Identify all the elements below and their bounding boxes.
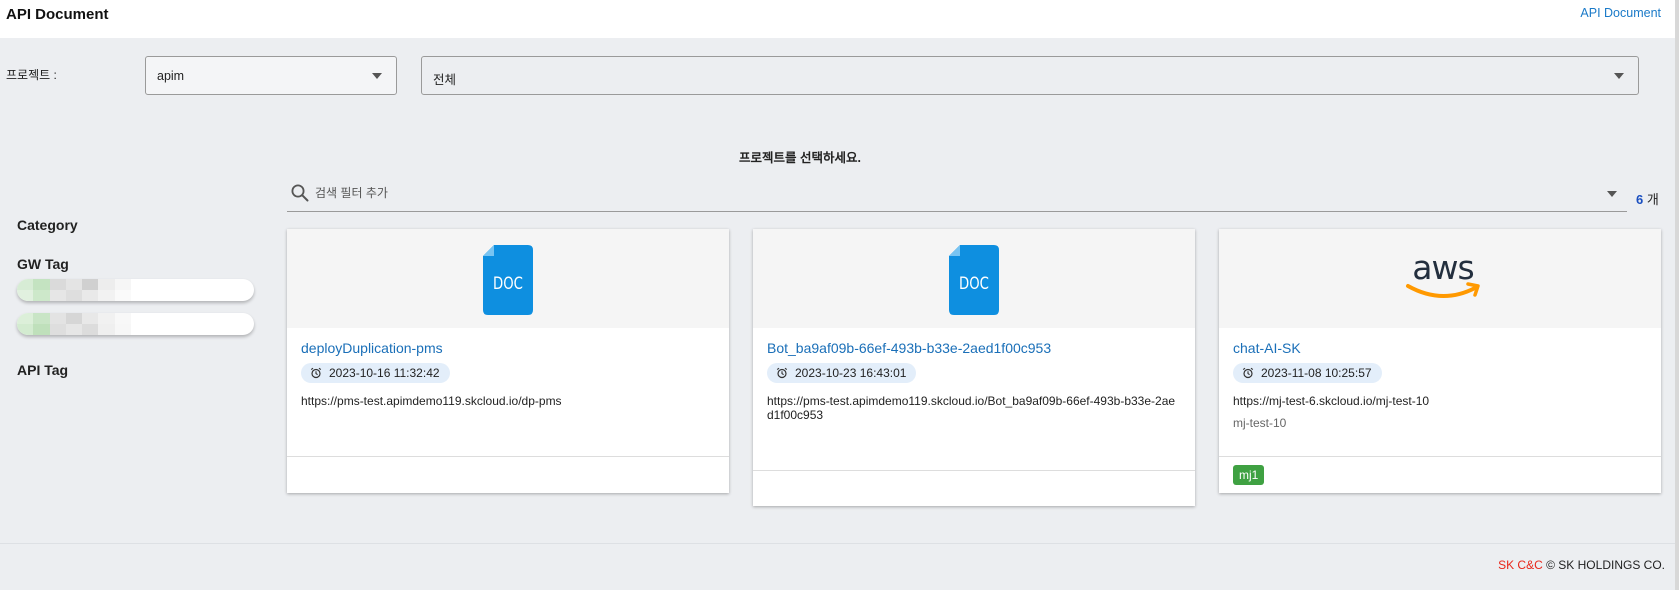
card-title[interactable]: deployDuplication-pms xyxy=(301,340,443,356)
result-count: 6 개 xyxy=(1636,189,1659,208)
footer-brand: SK C&C xyxy=(1498,558,1543,572)
card-date-text: 2023-10-16 11:32:42 xyxy=(329,366,440,380)
card-date-badge: 2023-10-16 11:32:42 xyxy=(301,363,450,383)
footer-copyright: © SK HOLDINGS CO. xyxy=(1546,558,1665,572)
breadcrumb-link[interactable]: API Document xyxy=(1580,6,1661,20)
card-footer xyxy=(1219,456,1661,493)
project-select-value: apim xyxy=(157,69,185,83)
gw-tag-item[interactable] xyxy=(17,313,254,335)
result-count-unit: 개 xyxy=(1646,192,1659,207)
card-image-area: DOC xyxy=(753,229,1195,328)
card-date-badge: 2023-11-08 10:25:57 xyxy=(1233,363,1382,383)
api-tag-heading: API Tag xyxy=(17,362,69,378)
chevron-down-icon[interactable] xyxy=(1607,191,1617,197)
card-date-text: 2023-10-23 16:43:01 xyxy=(795,366,907,380)
scope-select-value: 전체 xyxy=(433,73,457,87)
category-heading: Category xyxy=(17,217,78,233)
aws-logo: aws xyxy=(1406,249,1480,298)
card-title[interactable]: Bot_ba9af09b-66ef-493b-b33e-2aed1f00c953 xyxy=(767,340,1051,356)
redacted-tag-image xyxy=(17,279,131,301)
doc-file-icon: DOC xyxy=(949,245,999,315)
alarm-clock-icon xyxy=(310,367,322,379)
result-count-value: 6 xyxy=(1636,192,1644,207)
api-tag-badge[interactable]: mj1 xyxy=(1233,465,1265,485)
chevron-down-icon xyxy=(1614,73,1624,79)
card-image-area: aws xyxy=(1219,229,1661,328)
api-card[interactable]: DOC deployDuplication-pms 2023-10-16 11:… xyxy=(287,229,729,493)
search-filter-bar xyxy=(287,176,1627,212)
scope-select[interactable]: 전체 xyxy=(421,56,1639,95)
svg-text:DOC: DOC xyxy=(493,273,523,293)
api-card[interactable]: DOC Bot_ba9af09b-66ef-493b-b33e-2aed1f00… xyxy=(753,229,1195,506)
scrollbar[interactable] xyxy=(1675,0,1679,590)
project-select[interactable]: apim xyxy=(145,56,397,95)
card-date-text: 2023-11-08 10:25:57 xyxy=(1261,366,1372,380)
footer: SK C&C © SK HOLDINGS CO. xyxy=(1498,558,1665,572)
doc-file-icon: DOC xyxy=(483,245,533,315)
top-bar: API Document API Document xyxy=(0,0,1679,38)
project-label: 프로젝트 : xyxy=(6,68,57,82)
redacted-tag-image xyxy=(17,313,131,335)
card-url: https://pms-test.apimdemo119.skcloud.io/… xyxy=(767,394,1176,422)
card-url: https://pms-test.apimdemo119.skcloud.io/… xyxy=(301,394,562,408)
gw-tag-heading: GW Tag xyxy=(17,256,69,272)
search-icon xyxy=(291,184,309,202)
gw-tag-item[interactable] xyxy=(17,279,254,301)
alarm-clock-icon xyxy=(1242,367,1254,379)
card-footer xyxy=(753,470,1195,506)
card-date-badge: 2023-10-23 16:43:01 xyxy=(767,363,917,383)
chevron-down-icon xyxy=(372,73,382,79)
select-project-prompt: 프로젝트를 선택하세요. xyxy=(739,151,861,165)
card-footer xyxy=(287,456,729,493)
page-title: API Document xyxy=(6,6,109,23)
footer-divider xyxy=(0,543,1675,544)
api-card[interactable]: aws chat-AI-SK 2023-11-08 10:25:57 https… xyxy=(1219,229,1661,493)
card-description: mj-test-10 xyxy=(1233,416,1287,430)
card-image-area: DOC xyxy=(287,229,729,328)
card-url: https://mj-test-6.skcloud.io/mj-test-10 xyxy=(1233,394,1430,408)
card-title[interactable]: chat-AI-SK xyxy=(1233,340,1301,356)
alarm-clock-icon xyxy=(776,367,788,379)
svg-text:DOC: DOC xyxy=(959,273,989,293)
search-input[interactable] xyxy=(315,182,1565,204)
svg-text:aws: aws xyxy=(1412,249,1473,287)
